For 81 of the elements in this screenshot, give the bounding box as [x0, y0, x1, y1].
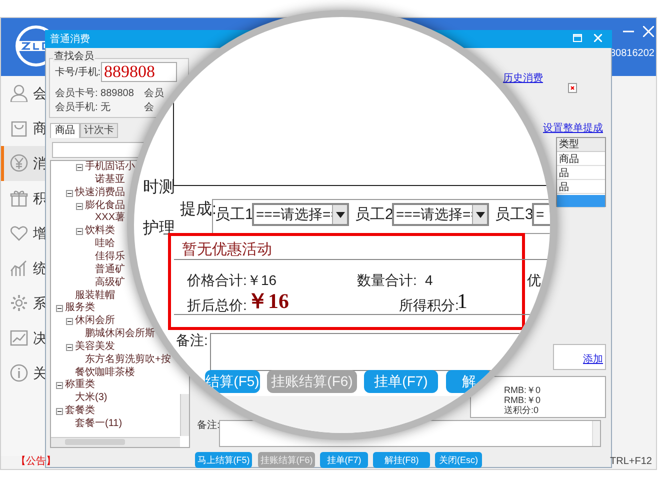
- staff-label: 员工1: [215, 207, 254, 222]
- settings-icon: [10, 294, 28, 312]
- broken-image-icon: [568, 83, 577, 93]
- promo-text: 暂无优惠活动: [182, 242, 272, 257]
- discount-total: ￥16: [247, 291, 289, 312]
- commission-link[interactable]: 设置整单提成: [543, 124, 603, 134]
- tree-item[interactable]: 美容美发: [75, 342, 115, 352]
- tree-item[interactable]: 手机固话小: [85, 162, 135, 172]
- price-total-value: ￥16: [247, 273, 277, 287]
- tree-item[interactable]: 膨化食品: [85, 200, 125, 211]
- tree-item[interactable]: 诺基亚: [95, 174, 125, 185]
- table-row[interactable]: 品: [557, 181, 605, 194]
- trend-icon: [10, 329, 28, 347]
- member-info-text: 会员: [144, 89, 164, 99]
- scrollbar-thumb[interactable]: [65, 439, 125, 445]
- staff-label: 员工2: [355, 207, 394, 222]
- member-info-text: 会员手机: 无: [55, 103, 111, 113]
- truncated-label: 优: [527, 273, 541, 287]
- summary-text: RMB:￥0: [504, 396, 541, 405]
- bag-icon: [10, 119, 28, 137]
- dropdown-caret-icon: [476, 212, 485, 218]
- tree-item[interactable]: 套餐一(11): [75, 419, 122, 429]
- maximize-icon: [573, 34, 582, 42]
- tab[interactable]: 计次卡: [80, 123, 118, 138]
- table-row[interactable]: 商品: [557, 153, 605, 166]
- discount-label: 折后总价:: [187, 298, 247, 312]
- sidebar-item[interactable]: 会: [1, 76, 46, 111]
- tree-item[interactable]: 东方名剪洗剪吹+按: [85, 354, 171, 365]
- member-info-text: 会员卡号: 889808: [55, 89, 134, 99]
- tree-item[interactable]: 称重类: [65, 380, 95, 390]
- quantity-value: 4: [425, 273, 433, 287]
- tree-item[interactable]: 餐饮咖啡茶楼: [75, 368, 135, 378]
- tree-item[interactable]: XXX薯: [95, 213, 126, 224]
- table-row[interactable]: [557, 195, 605, 208]
- tree-item[interactable]: 服务类: [65, 303, 95, 314]
- tree-item[interactable]: 普通矿: [95, 264, 125, 275]
- bars-icon: [10, 259, 28, 277]
- notice-label: 【公告】: [16, 457, 56, 467]
- tree-item[interactable]: 休闲会所: [75, 316, 115, 326]
- note-label: 备注:: [176, 333, 208, 347]
- yen-icon: [10, 154, 28, 172]
- history-link[interactable]: 历史消费: [503, 74, 543, 84]
- vertical-scrollbar[interactable]: [180, 394, 189, 436]
- tree-item[interactable]: 大米(3): [75, 393, 108, 404]
- dropdown-caret-icon: [336, 212, 345, 218]
- tree-item[interactable]: 服装鞋帽: [75, 290, 115, 300]
- summary-text: 送积分:0: [504, 406, 539, 415]
- tree-item[interactable]: 饮料类: [85, 226, 115, 236]
- dialog-title: 普通消费: [50, 35, 90, 45]
- side-label: 时测: [143, 180, 175, 196]
- close-icon: [643, 26, 654, 37]
- group-legend: 查找会员: [53, 52, 95, 62]
- add-link[interactable]: 添加: [583, 355, 603, 365]
- vertical-scrollbar[interactable]: [592, 421, 600, 446]
- shortcut-text: TRL+F12: [610, 457, 652, 467]
- note-label: 备注:: [197, 421, 220, 431]
- staff-select[interactable]: =: [532, 203, 550, 226]
- info-icon: [10, 364, 28, 382]
- card-label: 卡号/手机:: [55, 68, 101, 78]
- price-total-label: 价格合计:: [187, 273, 247, 287]
- tree-item[interactable]: 佳得乐: [95, 252, 125, 262]
- commission-label: 提成:: [180, 202, 216, 218]
- card-input-field[interactable]: 889808: [101, 62, 177, 82]
- person-icon: [10, 84, 28, 102]
- sidebar-item[interactable]: 商: [1, 111, 46, 146]
- tree-item[interactable]: 鹏城休闲会所斯: [85, 329, 155, 340]
- table-row[interactable]: 品: [557, 167, 605, 180]
- column-header: 类型: [557, 138, 605, 152]
- tree-item[interactable]: 快速消费品: [75, 188, 125, 198]
- member-info-text: 会: [144, 103, 154, 113]
- summary-text: RMB:￥0: [504, 386, 541, 395]
- heart-icon: [10, 224, 28, 242]
- tree-item[interactable]: 哇哈: [95, 239, 115, 250]
- tree-item[interactable]: 套餐类: [65, 406, 95, 416]
- points-label: 所得积分:: [399, 298, 459, 312]
- gift-icon: [10, 189, 28, 207]
- tab[interactable]: 商品: [50, 123, 80, 138]
- tree-item[interactable]: 高级矿: [95, 278, 125, 288]
- side-panel: [553, 344, 606, 370]
- quantity-label: 数量合计:: [357, 273, 417, 287]
- close-icon: [594, 34, 602, 42]
